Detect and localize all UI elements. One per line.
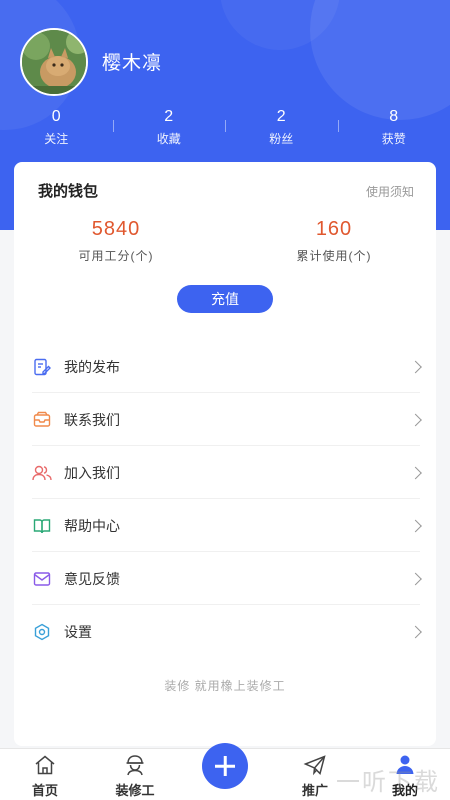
- slogan: 装修 就用橡上装修工: [164, 679, 286, 693]
- stat-label: 收藏: [156, 132, 181, 146]
- total-used: 160 累计使用(个): [244, 218, 424, 264]
- home-icon: [33, 754, 57, 781]
- total-used-value: 160: [315, 218, 353, 240]
- username: 樱木凛: [102, 53, 163, 74]
- avatar[interactable]: [20, 28, 88, 96]
- tab-publish[interactable]: [180, 743, 270, 800]
- total-used-label: 累计使用(个): [296, 249, 372, 263]
- stat-following[interactable]: 0 关注: [0, 108, 113, 154]
- envelope-icon: [32, 569, 52, 589]
- menu-item-feedback[interactable]: 意见反馈: [14, 552, 436, 605]
- recharge-button[interactable]: 充值: [177, 285, 273, 313]
- stat-followers[interactable]: 2 粉丝: [225, 108, 338, 154]
- tab-home[interactable]: 首页: [0, 749, 90, 800]
- menu-item-label: 联系我们: [64, 411, 120, 428]
- stat-label: 获赞: [381, 132, 406, 146]
- menu-item-label: 加入我们: [64, 464, 120, 481]
- menu-item-label: 设置: [64, 623, 92, 640]
- stat-value: 0: [51, 108, 61, 125]
- stat-value: 2: [164, 108, 174, 125]
- menu-item-label: 帮助中心: [64, 517, 120, 534]
- watermark: 一听下载: [336, 769, 440, 796]
- menu-item-join-us[interactable]: 加入我们: [14, 446, 436, 499]
- menu-item-help-center[interactable]: 帮助中心: [14, 499, 436, 552]
- stat-label: 关注: [44, 132, 69, 146]
- chevron-right-icon: [409, 519, 422, 532]
- tab-label: 装修工: [115, 783, 155, 798]
- paper-plane-icon: [303, 754, 327, 781]
- menu-item-my-posts[interactable]: 我的发布: [14, 340, 436, 393]
- available-points-label: 可用工分(个): [78, 249, 154, 263]
- users-icon: [32, 463, 52, 483]
- edit-doc-icon: [32, 357, 52, 377]
- menu-list: 我的发布 联系我们 加入我们 帮助中心 意见反馈 设置: [14, 340, 436, 658]
- available-points: 5840 可用工分(个): [26, 218, 206, 264]
- stat-value: 8: [389, 108, 399, 125]
- stat-favorites[interactable]: 2 收藏: [112, 108, 226, 154]
- tab-label: 首页: [31, 783, 58, 798]
- stat-value: 2: [276, 108, 286, 125]
- chevron-right-icon: [409, 360, 422, 373]
- tab-workers[interactable]: 装修工: [90, 749, 180, 800]
- usage-notice-link[interactable]: 使用须知: [366, 183, 414, 200]
- mail-tray-icon: [32, 410, 52, 430]
- plus-icon[interactable]: [202, 743, 248, 789]
- main-card: 我的钱包 使用须知 5840 可用工分(个) 160 累计使用(个) 充值 我的…: [14, 162, 436, 746]
- stat-label: 粉丝: [269, 132, 294, 146]
- worker-icon: [123, 754, 147, 781]
- gear-icon: [32, 622, 52, 642]
- wallet-title: 我的钱包: [38, 183, 99, 200]
- chevron-right-icon: [409, 625, 422, 638]
- available-points-value: 5840: [91, 218, 141, 240]
- chevron-right-icon: [409, 572, 422, 585]
- chevron-right-icon: [409, 466, 422, 479]
- chevron-right-icon: [409, 413, 422, 426]
- profile-stats: 0 关注 2 收藏 2 粉丝 8 获赞: [0, 108, 450, 154]
- menu-item-settings[interactable]: 设置: [14, 605, 436, 658]
- menu-item-contact-us[interactable]: 联系我们: [14, 393, 436, 446]
- menu-item-label: 意见反馈: [64, 570, 120, 587]
- stat-likes[interactable]: 8 获赞: [337, 108, 450, 154]
- menu-item-label: 我的发布: [64, 358, 120, 375]
- book-icon: [32, 516, 52, 536]
